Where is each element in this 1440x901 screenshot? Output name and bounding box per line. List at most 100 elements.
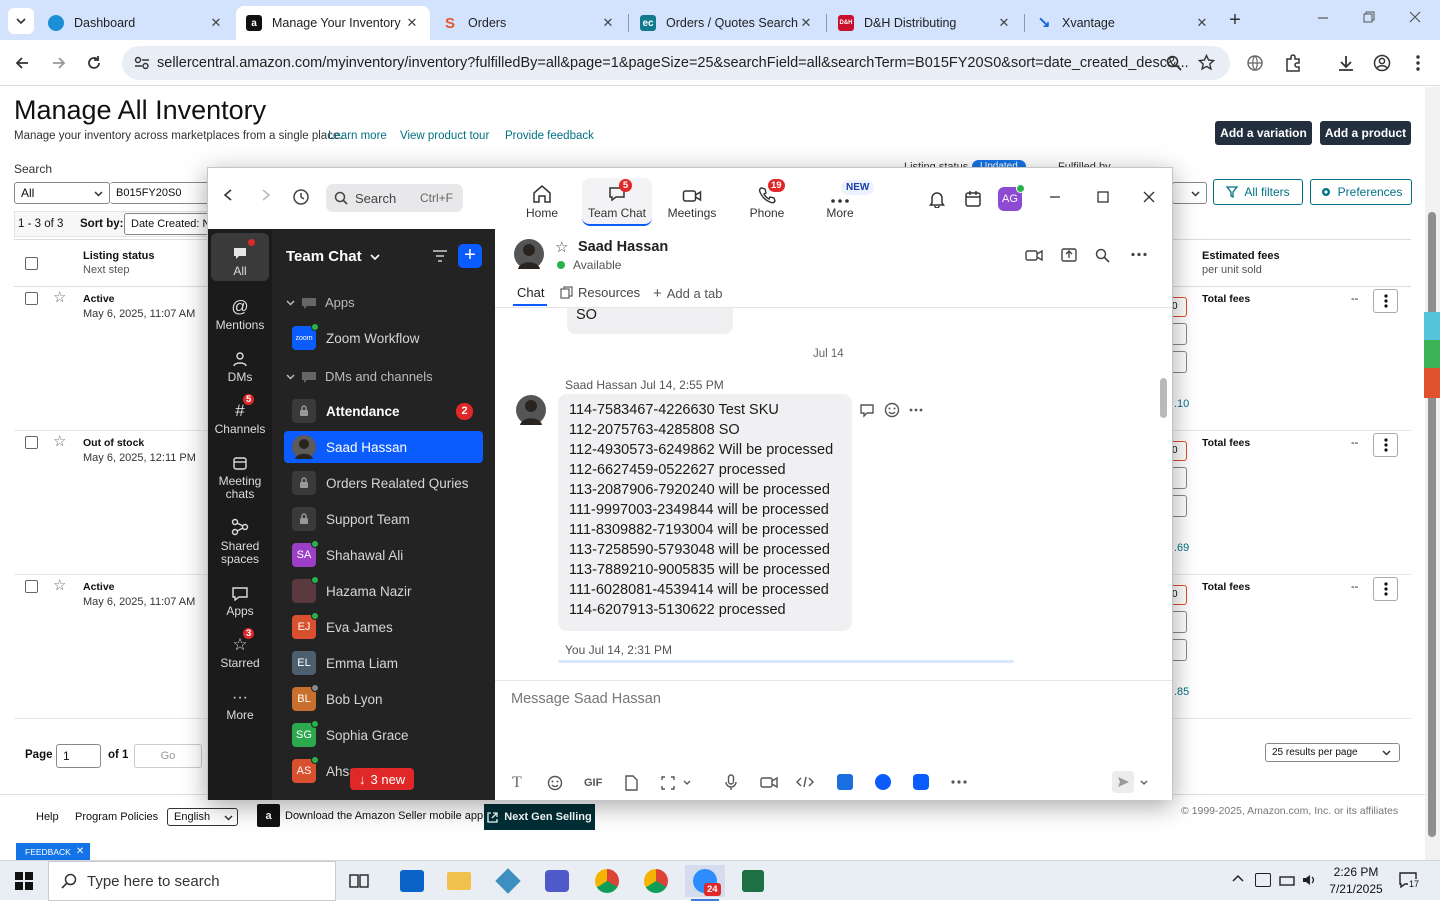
rail-apps[interactable]: Apps — [211, 575, 269, 618]
star-contact-button[interactable]: ☆ — [555, 238, 568, 256]
feedback-tab[interactable]: FEEDBACK ✕ — [16, 843, 91, 860]
favorite-star-icon[interactable]: ☆ — [53, 576, 66, 594]
site-settings-icon[interactable] — [134, 56, 150, 70]
close-icon[interactable]: ✕ — [996, 15, 1012, 31]
share-screen-button[interactable] — [1061, 248, 1077, 263]
all-filters-button[interactable]: All filters — [1213, 179, 1303, 205]
react-button[interactable] — [884, 402, 900, 418]
forward-button[interactable] — [48, 52, 70, 74]
screenshot-button[interactable] — [660, 775, 676, 791]
teams-app[interactable] — [537, 865, 577, 897]
restore-window-button[interactable] — [1362, 10, 1380, 28]
new-tab-button[interactable]: + — [1224, 9, 1246, 31]
chat-more-button[interactable] — [1131, 252, 1147, 257]
reply-button[interactable] — [859, 403, 875, 418]
rail-channels[interactable]: # Channels 5 — [211, 393, 269, 436]
close-icon[interactable]: ✕ — [208, 15, 224, 31]
new-chat-button[interactable]: + — [458, 244, 482, 268]
tray-wifi-icon[interactable] — [1279, 873, 1295, 887]
composer-more-button[interactable] — [951, 780, 967, 784]
format-text-button[interactable]: T — [512, 774, 522, 792]
zoom-magnifier-icon[interactable] — [1166, 55, 1182, 71]
rail-mentions[interactable]: @ Mentions — [211, 289, 269, 332]
profile-button[interactable] — [1371, 52, 1393, 74]
chat-item-attendance[interactable]: Attendance 2 — [284, 395, 483, 427]
tab-xvantage[interactable]: ↘ Xvantage ✕ — [1026, 6, 1220, 40]
zoom-search-box[interactable]: Search Ctrl+F — [326, 184, 463, 212]
tab-dh-distributing[interactable]: D&H D&H Distributing ✕ — [828, 6, 1022, 40]
tray-chevron-up-icon[interactable] — [1232, 874, 1244, 882]
excel-app[interactable] — [733, 865, 773, 897]
product-tour-link[interactable]: View product tour — [400, 130, 489, 142]
next-gen-selling-button[interactable]: Next Gen Selling — [484, 804, 595, 830]
row-input-stub[interactable] — [1172, 611, 1187, 633]
zoom-app[interactable]: 24 — [685, 865, 725, 901]
calendar-button[interactable] — [964, 190, 982, 208]
fulfilled-by-select[interactable] — [1172, 182, 1207, 204]
go-button[interactable]: Go — [134, 744, 202, 768]
chat-item-support-team[interactable]: Support Team — [284, 503, 483, 535]
chat-item-emma-liam[interactable]: EL Emma Liam — [284, 647, 483, 679]
chrome-app-2[interactable] — [636, 865, 676, 897]
notification-center-button[interactable]: 17 — [1398, 871, 1421, 891]
tab-resources[interactable]: Resources — [560, 285, 640, 300]
row-input-stub[interactable]: 0 — [1172, 297, 1187, 317]
row-actions-button[interactable] — [1373, 289, 1398, 313]
side-widget-strip[interactable] — [1424, 312, 1440, 402]
rail-starred[interactable]: ☆ Starred 3 — [211, 627, 269, 670]
chat-scrollbar-thumb[interactable] — [1160, 378, 1167, 418]
row-checkbox[interactable] — [25, 436, 38, 449]
code-snippet-button[interactable] — [796, 776, 814, 788]
close-icon[interactable]: ✕ — [798, 15, 814, 31]
composer-input[interactable]: Message Saad Hassan — [511, 691, 661, 707]
close-icon[interactable]: ✕ — [76, 846, 84, 857]
tab-orders[interactable]: S Orders ✕ — [432, 6, 626, 40]
close-icon[interactable]: ✕ — [600, 15, 616, 31]
add-tab-button[interactable]: + Add a tab — [653, 285, 722, 302]
preferences-button[interactable]: Preferences — [1310, 179, 1412, 205]
footer-help-link[interactable]: Help — [36, 811, 59, 823]
app-shortcut-2[interactable] — [875, 774, 891, 790]
row-input-stub[interactable] — [1172, 351, 1187, 373]
row-actions-button[interactable] — [1373, 433, 1398, 457]
new-messages-pill[interactable]: ↓ 3 new — [350, 768, 415, 790]
zoom-back-button[interactable] — [222, 188, 234, 202]
gif-button[interactable]: GIF — [584, 777, 602, 789]
col-listing-status[interactable]: Listing status — [83, 250, 155, 262]
zoom-close-button[interactable] — [1142, 190, 1156, 204]
file-button[interactable] — [624, 775, 638, 791]
zoom-tab-more[interactable]: More NEW — [805, 178, 875, 226]
contact-name[interactable]: Saad Hassan — [578, 239, 668, 255]
close-icon[interactable]: ✕ — [404, 15, 420, 31]
video-call-button[interactable] — [1025, 249, 1043, 262]
chat-item-bob-lyon[interactable]: BL Bob Lyon — [284, 683, 483, 715]
close-icon[interactable]: ✕ — [1194, 15, 1210, 31]
sort-select[interactable]: Date Created: Ne — [124, 213, 210, 235]
seller-app-link[interactable]: a Download the Amazon Seller mobile app — [257, 804, 483, 827]
favorite-star-icon[interactable]: ☆ — [53, 288, 66, 306]
favorite-star-icon[interactable]: ☆ — [53, 432, 66, 450]
row-input-stub[interactable]: 0 — [1172, 585, 1187, 605]
chat-item-zoom-workflow[interactable]: zoom Zoom Workflow — [284, 322, 483, 354]
message-more-button[interactable] — [909, 408, 923, 412]
zoom-tab-meetings[interactable]: Meetings — [657, 178, 727, 226]
translate-extension-button[interactable] — [1244, 52, 1266, 74]
row-input-stub[interactable] — [1172, 639, 1187, 661]
footer-policies-link[interactable]: Program Policies — [75, 811, 158, 823]
zoom-maximize-button[interactable] — [1096, 190, 1110, 204]
send-options-button[interactable] — [1140, 780, 1148, 785]
row-checkbox[interactable] — [25, 580, 38, 593]
row-checkbox[interactable] — [25, 292, 38, 305]
browser-menu-button[interactable] — [1407, 52, 1429, 74]
bookmark-star-icon[interactable] — [1198, 54, 1215, 71]
col-estimated-fees[interactable]: Estimated fees — [1202, 250, 1280, 262]
video-message-button[interactable] — [760, 776, 778, 789]
tray-network-alert-icon[interactable] — [1255, 873, 1271, 887]
voice-message-button[interactable] — [725, 774, 737, 791]
notifications-button[interactable] — [928, 190, 946, 208]
file-explorer-app[interactable] — [439, 865, 479, 897]
search-scope-select[interactable]: All — [14, 182, 110, 204]
minimize-window-button[interactable] — [1316, 10, 1334, 28]
zoom-forward-button[interactable] — [260, 188, 272, 202]
tab-search-button[interactable] — [8, 8, 34, 34]
